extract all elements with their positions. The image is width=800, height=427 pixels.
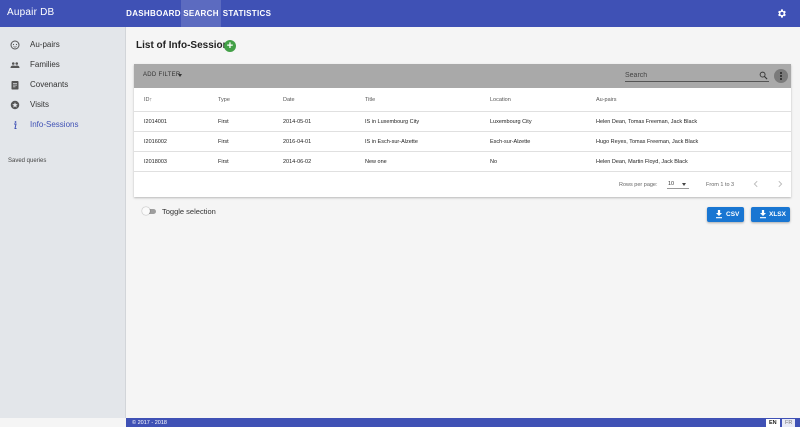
export-xlsx-button[interactable]: XLSX: [751, 207, 790, 222]
search-input[interactable]: [625, 72, 755, 79]
cell-id: I2014001: [144, 119, 167, 125]
cell-date: 2016-04-01: [283, 139, 312, 145]
sidebar: Au-pairs Families Covenants Visits Info-…: [0, 27, 126, 418]
sidebar-item-families[interactable]: Families: [0, 55, 126, 75]
search-field[interactable]: [625, 71, 769, 82]
cell-date: 2014-05-01: [283, 119, 312, 125]
sidebar-item-label: Covenants: [30, 80, 69, 89]
tab-search[interactable]: SEARCH: [181, 0, 221, 27]
rows-per-page-select[interactable]: 10: [667, 180, 689, 189]
saved-queries-heading: Saved queries: [8, 158, 47, 164]
download-icon: [716, 210, 722, 219]
table-row[interactable]: I2016002 First 2016-04-01 IS in Esch-sur…: [134, 132, 791, 152]
language-fr-button[interactable]: FR: [782, 419, 796, 427]
toggle-selection-switch[interactable]: [142, 207, 156, 215]
cell-date: 2014-06-02: [283, 159, 312, 165]
cell-location: Esch-sur-Alzette: [490, 139, 531, 145]
chevron-left-icon[interactable]: [752, 180, 760, 188]
sidebar-item-au-pairs[interactable]: Au-pairs: [0, 35, 126, 55]
cell-au-pairs: Hugo Reyes, Tomas Freeman, Jack Black: [596, 139, 699, 145]
xlsx-label: XLSX: [769, 211, 786, 218]
export-csv-button[interactable]: CSV: [707, 207, 744, 222]
column-header-au-pairs[interactable]: Au-pairs: [596, 97, 616, 103]
table-row[interactable]: I2018003 First 2014-06-02 New one No Hel…: [134, 152, 791, 172]
sort-arrow-icon: ↑: [149, 97, 153, 103]
more-options-button[interactable]: [774, 69, 788, 83]
clipboard-icon: [11, 81, 19, 90]
cell-location: No: [490, 159, 498, 165]
page-title: List of Info-Sessions: [136, 40, 235, 51]
download-icon: [760, 210, 766, 219]
column-header-date[interactable]: Date: [283, 97, 295, 103]
sidebar-item-label: Families: [30, 60, 60, 69]
language-en-button[interactable]: EN: [766, 419, 780, 427]
column-header-location[interactable]: Location: [490, 97, 511, 103]
rows-per-page-label: Rows per page:: [619, 182, 658, 188]
chevron-right-icon[interactable]: [776, 180, 784, 188]
filter-toolbar: ADD FILTER: [134, 64, 791, 88]
cell-title: IS in Luxembourg City: [365, 119, 420, 125]
sidebar-item-label: Au-pairs: [30, 40, 60, 49]
footer-bar: © 2017 - 2018 EN FR: [126, 418, 800, 427]
sidebar-item-covenants[interactable]: Covenants: [0, 75, 126, 95]
column-header-type[interactable]: Type: [218, 97, 230, 103]
sidebar-item-info-sessions[interactable]: Info-Sessions: [0, 115, 126, 135]
tab-dashboard[interactable]: DASHBOARD: [126, 0, 181, 27]
cell-au-pairs: Helen Dean, Tomas Freeman, Jack Black: [596, 119, 698, 125]
cell-type: First: [218, 119, 229, 125]
cell-au-pairs: Helen Dean, Martin Floyd, Jack Black: [596, 159, 688, 165]
sidebar-item-label: Info-Sessions: [30, 120, 79, 129]
tab-statistics[interactable]: STATISTICS: [221, 0, 273, 27]
search-icon[interactable]: [759, 71, 768, 80]
column-header-id[interactable]: ID↑: [144, 97, 152, 103]
cell-type: First: [218, 159, 229, 165]
table-row[interactable]: I2014001 First 2014-05-01 IS in Luxembou…: [134, 112, 791, 132]
people-icon: [10, 62, 20, 68]
caret-down-icon: [178, 74, 182, 77]
cell-title: New one: [365, 159, 387, 165]
caret-down-icon: [682, 183, 686, 186]
more-vert-icon: [780, 72, 782, 74]
info-icon: [14, 121, 17, 129]
cell-title: IS in Esch-sur-Alzette: [365, 139, 418, 145]
toggle-selection-label: Toggle selection: [162, 207, 216, 216]
cell-location: Luxembourg City: [490, 119, 532, 125]
sidebar-item-visits[interactable]: Visits: [0, 95, 126, 115]
csv-label: CSV: [726, 211, 740, 218]
rows-per-page-value: 10: [668, 181, 675, 187]
app-title: Aupair DB: [7, 7, 55, 18]
gear-icon[interactable]: [776, 8, 787, 19]
copyright-text: © 2017 - 2018: [132, 419, 167, 426]
info-sessions-table-card: ADD FILTER ID↑ Type Date Title Location …: [134, 64, 791, 197]
cell-id: I2016002: [144, 139, 167, 145]
star-badge-icon: [10, 100, 20, 110]
column-header-title[interactable]: Title: [365, 97, 375, 103]
baby-face-icon: [10, 40, 20, 50]
pagination-range: From 1 to 3: [706, 182, 735, 188]
cell-id: I2018003: [144, 159, 167, 165]
sidebar-item-label: Visits: [30, 100, 49, 109]
add-filter-button[interactable]: ADD FILTER: [143, 72, 181, 78]
add-button[interactable]: plus+: [224, 40, 236, 52]
cell-type: First: [218, 139, 229, 145]
app-bar: Aupair DB DASHBOARD SEARCH STATISTICS: [0, 0, 800, 27]
